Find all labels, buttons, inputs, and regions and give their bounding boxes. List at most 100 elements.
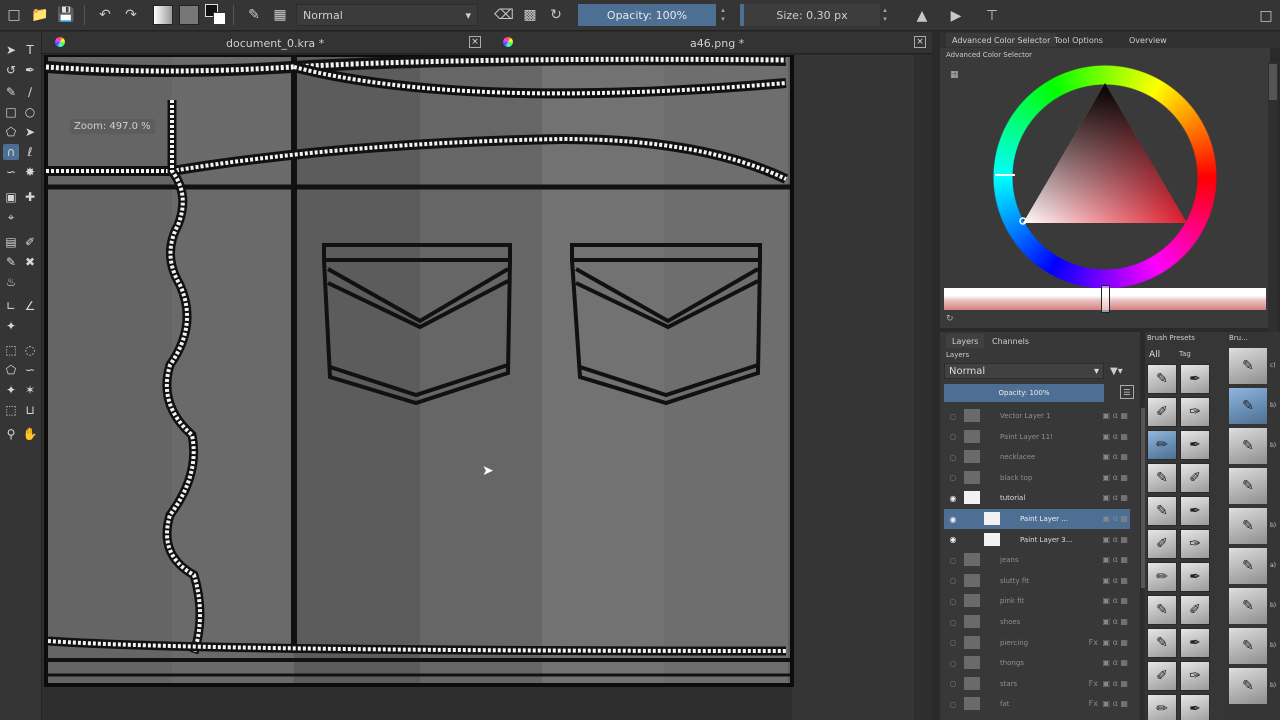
brush-preset-tile[interactable]: ✎ <box>1147 595 1177 625</box>
color-panel-scrollbar[interactable] <box>1268 62 1278 332</box>
layer-name[interactable]: fat <box>1000 700 1010 708</box>
settings-icon[interactable]: ▦ <box>950 70 960 80</box>
visibility-eye-icon[interactable]: ○ <box>948 617 958 627</box>
layer-lock-alpha-icon[interactable]: ▣ α ▦ <box>1103 432 1128 441</box>
brush-preset-tile[interactable]: ✏ <box>1147 562 1177 592</box>
layer-name[interactable]: Paint Layer 3... <box>1020 536 1072 544</box>
transform-icon[interactable]: ▣ <box>3 189 19 205</box>
layer-name[interactable]: thongs <box>1000 659 1024 667</box>
layer-name[interactable]: black top <box>1000 474 1032 482</box>
brush-preset-tile[interactable]: ✒ <box>1180 496 1210 526</box>
rectangle-tool-icon[interactable]: □ <box>3 104 19 120</box>
layer-row[interactable]: ○ slutty fit ▣ α ▦ <box>944 571 1130 591</box>
visibility-eye-icon[interactable]: ○ <box>948 576 958 586</box>
freehand-select-icon[interactable]: ∽ <box>22 362 38 378</box>
color-wheel[interactable] <box>993 65 1217 293</box>
slider-handle[interactable] <box>1101 285 1110 313</box>
layer-lock-alpha-icon[interactable]: ▣ α ▦ <box>1103 638 1128 647</box>
brush-preset-tile[interactable]: ✐ <box>1180 463 1210 493</box>
tab-layers[interactable]: Layers <box>946 334 985 348</box>
undo-icon[interactable]: ↶ <box>93 3 117 27</box>
layer-lock-alpha-icon[interactable]: ▣ α ▦ <box>1103 411 1128 420</box>
reload-preset-icon[interactable]: ↻ <box>544 3 568 27</box>
layer-row[interactable]: ◉ Paint Layer ... ▣ α ▦ <box>944 509 1130 529</box>
filter-icon[interactable]: ▼▾ <box>1110 363 1136 379</box>
redo-icon[interactable]: ↷ <box>119 3 143 27</box>
brush-preset-tile[interactable]: ✒ <box>1180 562 1210 592</box>
brush-preset-tile[interactable]: ✎ <box>1229 508 1267 544</box>
color-picker-icon[interactable]: ✐ <box>22 234 38 250</box>
new-document-icon[interactable]: □ <box>2 3 26 27</box>
size-slider[interactable]: Size: 0.30 px <box>740 4 880 26</box>
brush-preset-tile[interactable]: ✎ <box>1229 628 1267 664</box>
layer-lock-alpha-icon[interactable]: ▣ α ▦ <box>1103 576 1128 585</box>
brush-preset-icon[interactable]: ✎ <box>242 3 266 27</box>
layer-name[interactable]: Vector Layer 1 <box>1000 412 1051 420</box>
brush-preset-tile[interactable]: ✏ <box>1147 694 1177 720</box>
edit-shapes-icon[interactable]: ↺ <box>3 62 19 78</box>
visibility-eye-icon[interactable]: ○ <box>948 596 958 606</box>
bezier-select-icon[interactable]: ⬚ <box>3 402 19 418</box>
layer-lock-alpha-icon[interactable]: ▣ α ▦ <box>1103 452 1128 461</box>
brush-preset-tile[interactable]: ✒ <box>1180 364 1210 394</box>
layer-row[interactable]: ○ Vector Layer 1 ▣ α ▦ <box>944 406 1130 426</box>
visibility-eye-icon[interactable]: ○ <box>948 658 958 668</box>
layer-name[interactable]: Paint Layer 11! <box>1000 433 1053 441</box>
layer-row[interactable]: ○ jeans ▣ α ▦ <box>944 550 1130 570</box>
tab-tool-options[interactable]: Tool Options <box>1048 33 1109 47</box>
layer-name[interactable]: shoes <box>1000 618 1020 626</box>
brush-preset-tile[interactable]: ✎ <box>1229 588 1267 624</box>
layer-opacity-slider[interactable]: Opacity: 100% <box>944 384 1104 402</box>
tab-a46[interactable]: a46.png * <box>690 32 744 54</box>
tab-document-0[interactable]: document_0.kra * <box>226 32 324 54</box>
visibility-eye-icon[interactable]: ○ <box>948 555 958 565</box>
brush-preset-tile[interactable]: ✎ <box>1147 463 1177 493</box>
layer-row[interactable]: ○ piercing ▣ α ▦ Fx <box>944 633 1130 653</box>
gradient-swatch[interactable] <box>153 5 173 25</box>
mirror-vertical-icon[interactable]: ▶ <box>944 4 968 28</box>
brush-preset-tile[interactable]: ✒ <box>1180 694 1210 720</box>
contiguous-select-icon[interactable]: ✦ <box>3 382 19 398</box>
layer-name[interactable]: piercing <box>1000 639 1028 647</box>
layer-lock-alpha-icon[interactable]: ▣ α ▦ <box>1103 658 1128 667</box>
open-folder-icon[interactable]: 📁 <box>28 3 52 27</box>
layer-options-icon[interactable]: ☰ <box>1120 385 1134 399</box>
brush-preset-tile[interactable]: ✏ <box>1147 430 1177 460</box>
polygon-tool-icon[interactable]: ⬠ <box>3 124 19 140</box>
tab-overview[interactable]: Overview <box>1123 33 1173 47</box>
layer-lock-alpha-icon[interactable]: ▣ α ▦ <box>1103 493 1128 502</box>
ellipse-tool-icon[interactable]: ○ <box>22 104 38 120</box>
polyline-tool-icon[interactable]: ➤ <box>22 124 38 140</box>
visibility-eye-icon[interactable]: ○ <box>948 679 958 689</box>
brush-preset-tile[interactable]: ✎ <box>1229 348 1267 384</box>
preserve-alpha-icon[interactable]: ▩ <box>518 3 542 27</box>
reference-image-icon[interactable]: ✦ <box>3 318 19 334</box>
brush-preset-tile[interactable]: ✎ <box>1147 496 1177 526</box>
layer-lock-alpha-icon[interactable]: ▣ α ▦ <box>1103 596 1128 605</box>
workspace-grid-icon[interactable]: ▦ <box>268 3 292 27</box>
brush-preset-tile[interactable]: ✎ <box>1147 364 1177 394</box>
brush-preset-tile[interactable]: ✐ <box>1147 397 1177 427</box>
scroll-thumb[interactable] <box>1269 64 1277 100</box>
similar-select-icon[interactable]: ✶ <box>22 382 38 398</box>
wrap-around-icon[interactable]: ⊤ <box>980 4 1004 28</box>
brush-preset-tile[interactable]: ✎ <box>1229 548 1267 584</box>
pattern-swatch[interactable] <box>179 5 199 25</box>
freehand-brush-icon[interactable]: ✎ <box>3 84 19 100</box>
visibility-eye-icon[interactable]: ○ <box>948 432 958 442</box>
dynamic-brush-icon[interactable]: ∽ <box>3 164 19 180</box>
layer-row[interactable]: ○ shoes ▣ α ▦ <box>944 612 1130 632</box>
layer-name[interactable]: slutty fit <box>1000 577 1029 585</box>
layer-name[interactable]: Paint Layer ... <box>1020 515 1068 523</box>
freehand-path-icon[interactable]: ℓ <box>22 144 38 160</box>
visibility-eye-icon[interactable]: ○ <box>948 638 958 648</box>
brush-preset-tile[interactable]: ✑ <box>1180 529 1210 559</box>
opacity-slider[interactable]: Opacity: 100% <box>578 4 716 26</box>
layer-lock-alpha-icon[interactable]: ▣ α ▦ <box>1103 535 1128 544</box>
layer-lock-alpha-icon[interactable]: ▣ α ▦ <box>1103 514 1128 523</box>
layer-row[interactable]: ○ stars ▣ α ▦ Fx <box>944 674 1130 694</box>
visibility-eye-icon[interactable]: ○ <box>948 411 958 421</box>
brush-preset-tile[interactable]: ✎ <box>1229 668 1267 704</box>
assistant-tool-icon[interactable]: ∟ <box>3 298 19 314</box>
close-tab-icon[interactable]: × <box>914 36 926 48</box>
